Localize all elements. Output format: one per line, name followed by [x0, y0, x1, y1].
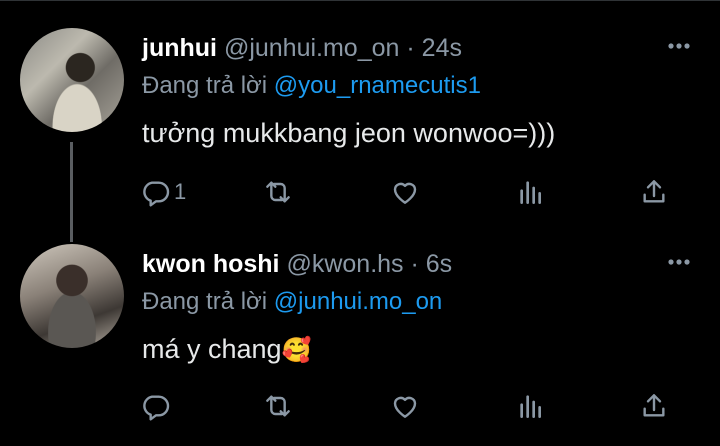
user-handle[interactable]: @kwon.hs	[286, 250, 403, 278]
retweet-button[interactable]	[262, 174, 294, 210]
share-icon	[643, 394, 665, 417]
tweet-text-content: má y chang	[142, 334, 282, 364]
smiling-hearts-emoji: 🥰	[281, 337, 312, 364]
more-icon[interactable]	[666, 252, 692, 272]
replying-to-label: Đang trả lời	[142, 288, 268, 315]
replying-to-label: Đang trả lời	[142, 72, 268, 99]
separator-dot: ·	[406, 34, 415, 62]
timestamp[interactable]: 6s	[426, 250, 452, 278]
action-bar: 1	[0, 174, 720, 210]
tweet-header: junhui @junhui.mo_on · 24s	[142, 34, 462, 63]
more-icon[interactable]	[666, 36, 692, 56]
heart-icon	[393, 182, 417, 204]
reply-icon	[143, 395, 170, 421]
timestamp[interactable]: 24s	[422, 34, 462, 62]
analytics-button[interactable]	[515, 174, 547, 210]
reply-button[interactable]	[140, 388, 174, 424]
display-name[interactable]: junhui	[142, 34, 217, 62]
retweet-button[interactable]	[262, 388, 294, 424]
reply-count: 1	[174, 179, 187, 204]
replying-to: Đang trả lời @junhui.mo_on	[142, 288, 442, 316]
tweet-junhui[interactable]: junhui @junhui.mo_on · 24s Đang trả lời …	[0, 12, 720, 230]
user-handle[interactable]: @junhui.mo_on	[224, 34, 400, 62]
replying-to: Đang trả lời @you_rnamecutis1	[142, 72, 481, 100]
analytics-icon	[520, 181, 541, 204]
avatar[interactable]	[20, 244, 124, 348]
analytics-button[interactable]	[515, 388, 547, 424]
analytics-icon	[520, 395, 541, 418]
avatar[interactable]	[20, 28, 124, 132]
reply-mention-link[interactable]: @junhui.mo_on	[274, 288, 442, 315]
share-button[interactable]	[638, 174, 670, 210]
share-icon	[643, 180, 665, 203]
reply-icon	[143, 181, 170, 207]
retweet-icon	[266, 181, 290, 203]
reply-mention-link[interactable]: @you_rnamecutis1	[274, 72, 481, 99]
share-button[interactable]	[638, 388, 670, 424]
tweet-text: má y chang🥰	[142, 334, 311, 365]
heart-icon	[393, 396, 417, 418]
top-divider	[0, 0, 720, 1]
retweet-icon	[266, 395, 290, 417]
like-button[interactable]	[389, 388, 421, 424]
separator-dot: ·	[410, 250, 419, 278]
tweet-kwon-hoshi[interactable]: kwon hoshi @kwon.hs · 6s Đang trả lời @j…	[0, 228, 720, 446]
action-bar	[0, 388, 720, 424]
tweet-text: tưởng mukkbang jeon wonwoo=)))	[142, 118, 555, 149]
tweet-header: kwon hoshi @kwon.hs · 6s	[142, 250, 452, 279]
like-button[interactable]	[389, 174, 421, 210]
tweet-text-content: tưởng mukkbang jeon wonwoo=)))	[142, 118, 556, 148]
display-name[interactable]: kwon hoshi	[142, 250, 280, 278]
reply-button[interactable]: 1	[140, 174, 186, 210]
